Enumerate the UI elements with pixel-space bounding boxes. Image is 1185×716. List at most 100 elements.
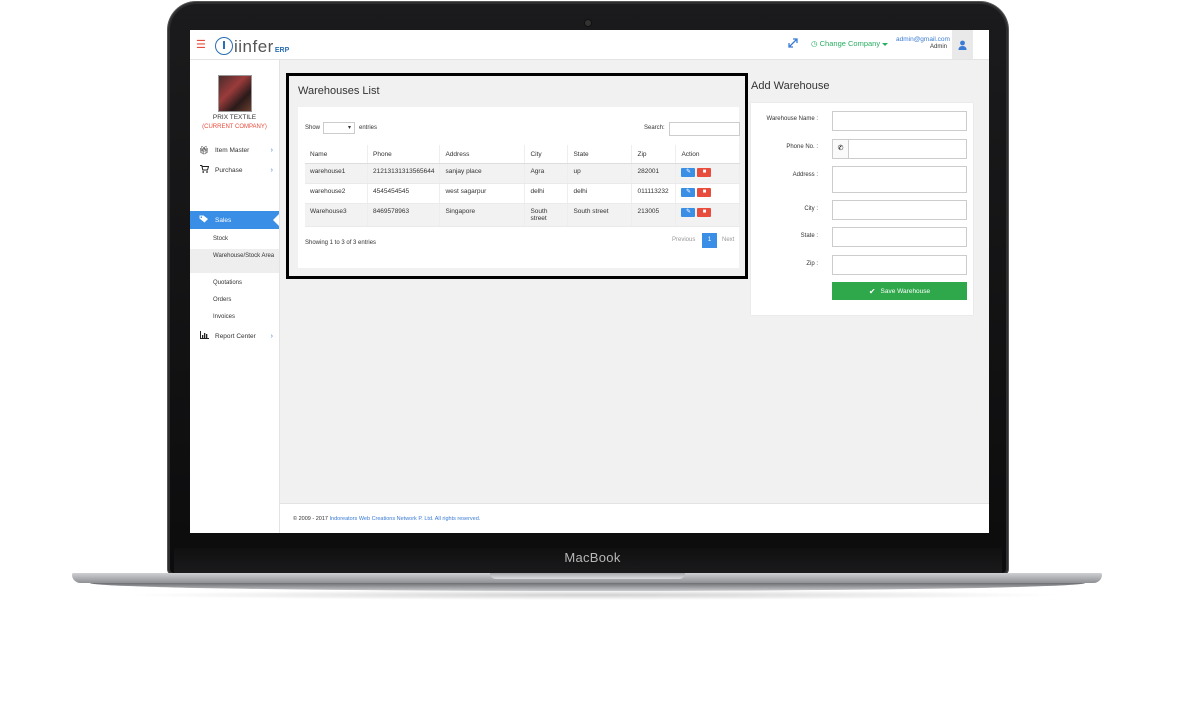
top-bar: ☰ iinfer ERP ◷ Change Company admin@gmai…	[190, 30, 989, 60]
cell-state: South street	[567, 203, 633, 227]
trash-icon[interactable]: ■	[697, 188, 712, 197]
save-warehouse-button[interactable]: ✔ Save Warehouse	[832, 282, 967, 300]
pagination-previous[interactable]: Previous	[672, 237, 695, 243]
warehouse-name-field[interactable]	[832, 111, 967, 131]
sidebar-item-purchase[interactable]: Purchase ›	[190, 161, 279, 179]
sidebar-subitem-warehouse[interactable]: Warehouse/Stock Area	[190, 249, 279, 273]
pagination-page[interactable]: 1	[702, 233, 717, 248]
laptop-shadow	[120, 590, 1065, 600]
app-screen: ☰ iinfer ERP ◷ Change Company admin@gmai…	[190, 30, 989, 533]
footer-copyright: © 2009 - 2017	[293, 516, 328, 522]
cell-state: delhi	[567, 183, 633, 204]
city-label: City :	[804, 206, 818, 212]
webcam	[585, 20, 591, 26]
laptop-notch	[490, 573, 685, 579]
table-row: warehouse1 21213131313565644 sanjay plac…	[305, 163, 740, 184]
pagination-next[interactable]: Next	[722, 237, 734, 243]
address-label: Address :	[792, 172, 818, 178]
active-indicator	[273, 214, 279, 226]
column-header[interactable]: Zip	[631, 145, 677, 164]
sidebar-subitem-stock[interactable]: Stock	[190, 236, 279, 242]
footer-rights: All rights reserved.	[434, 516, 481, 522]
cell-city: Agra	[524, 163, 569, 184]
sidebar-item-sales[interactable]: Sales	[190, 211, 279, 229]
column-header[interactable]: Name	[305, 145, 368, 164]
trash-icon[interactable]: ■	[697, 208, 712, 217]
fullscreen-icon[interactable]	[787, 37, 799, 49]
chevron-right-icon: ›	[270, 332, 273, 340]
column-header[interactable]: State	[567, 145, 633, 164]
table-row: warehouse2 4545454545 west sagarpur delh…	[305, 183, 740, 204]
logo-suffix: ERP	[274, 47, 290, 54]
sidebar-item-label: Report Center	[215, 332, 256, 340]
laptop-brand: MacBook	[564, 550, 621, 565]
column-header[interactable]: Address	[439, 145, 526, 164]
edit-icon[interactable]: ✎	[681, 208, 696, 217]
warehouses-table: Name Phone Address City State Zip Action…	[305, 145, 740, 227]
check-icon: ✔	[868, 286, 876, 296]
sidebar-item-label: Purchase	[215, 166, 243, 174]
cell-phone: 8469578963	[367, 203, 441, 227]
footer-company-link[interactable]: Indoreators Web Creations Network P. Ltd…	[329, 516, 433, 522]
tags-icon	[199, 215, 209, 225]
sidebar-item-label: Sales	[215, 216, 232, 224]
phone-label: Phone No. :	[786, 144, 818, 150]
cell-state: up	[567, 163, 633, 184]
cell-name: warehouse1	[305, 163, 368, 184]
column-header[interactable]: Phone	[367, 145, 441, 164]
sidebar-item-report-center[interactable]: Report Center ›	[190, 327, 279, 345]
table-row: Warehouse3 8469578963 Singapore South st…	[305, 203, 740, 227]
sidebar: PRIX TEXTILE (CURRENT COMPANY) 🎁︎ Item M…	[190, 60, 280, 533]
zip-field[interactable]	[832, 255, 967, 275]
chevron-right-icon: ›	[270, 166, 273, 174]
warehouse-name-label: Warehouse Name :	[766, 116, 818, 122]
cell-phone: 21213131313565644	[367, 163, 441, 184]
sidebar-subitem-orders[interactable]: Orders	[190, 297, 279, 303]
entries-label: entries	[359, 125, 378, 131]
page-footer: © 2009 - 2017 Indoreators Web Creations …	[280, 503, 989, 533]
user-menu-button[interactable]	[952, 30, 973, 59]
state-field[interactable]	[832, 227, 967, 247]
page-length-select[interactable]: ▾	[323, 122, 355, 134]
cell-action: ✎ ■	[675, 203, 740, 227]
column-header[interactable]: City	[524, 145, 569, 164]
change-company-dropdown[interactable]: ◷ Change Company	[811, 39, 889, 48]
cart-icon	[199, 165, 209, 175]
trash-icon[interactable]: ■	[697, 168, 712, 177]
cell-name: warehouse2	[305, 183, 368, 204]
warehouses-table-container: Show ▾ entries Search: Name Phone Addres…	[298, 107, 740, 268]
save-button-label: Save Warehouse	[880, 287, 931, 295]
user-icon	[958, 40, 967, 50]
cell-action: ✎ ■	[675, 183, 740, 204]
company-avatar	[218, 75, 252, 112]
state-label: State :	[800, 233, 818, 239]
bar-chart-icon	[199, 331, 209, 341]
edit-icon[interactable]: ✎	[681, 168, 696, 177]
sidebar-subitem-quotations[interactable]: Quotations	[190, 280, 279, 286]
edit-icon[interactable]: ✎	[681, 188, 696, 197]
cell-zip: 213005	[631, 203, 677, 227]
phone-field[interactable]	[848, 139, 967, 159]
search-input[interactable]	[669, 122, 740, 136]
cell-address: west sagarpur	[439, 183, 526, 204]
cell-name: Warehouse3	[305, 203, 368, 227]
column-header: Action	[675, 145, 740, 164]
cell-city: South street	[524, 203, 569, 227]
cell-address: sanjay place	[439, 163, 526, 184]
cell-action: ✎ ■	[675, 163, 740, 184]
add-warehouse-form: Warehouse Name : Phone No. : ✆︎ Address …	[751, 103, 973, 315]
cell-phone: 4545454545	[367, 183, 441, 204]
sidebar-item-label: Item Master	[215, 146, 250, 154]
address-field[interactable]	[832, 166, 967, 193]
city-field[interactable]	[832, 200, 967, 220]
clock-icon: ◷	[811, 39, 818, 48]
cell-address: Singapore	[439, 203, 526, 227]
sidebar-subitem-invoices[interactable]: Invoices	[190, 314, 279, 320]
app-logo[interactable]: iinfer ERP	[215, 33, 289, 57]
phone-icon: ✆︎	[832, 139, 849, 159]
gift-icon: 🎁︎	[199, 145, 210, 155]
menu-toggle-icon[interactable]: ☰	[196, 38, 206, 51]
user-email[interactable]: admin@gmail.com	[896, 36, 950, 43]
chevron-right-icon: ›	[270, 146, 273, 154]
sidebar-item-item-master[interactable]: 🎁︎ Item Master ›	[190, 141, 279, 159]
